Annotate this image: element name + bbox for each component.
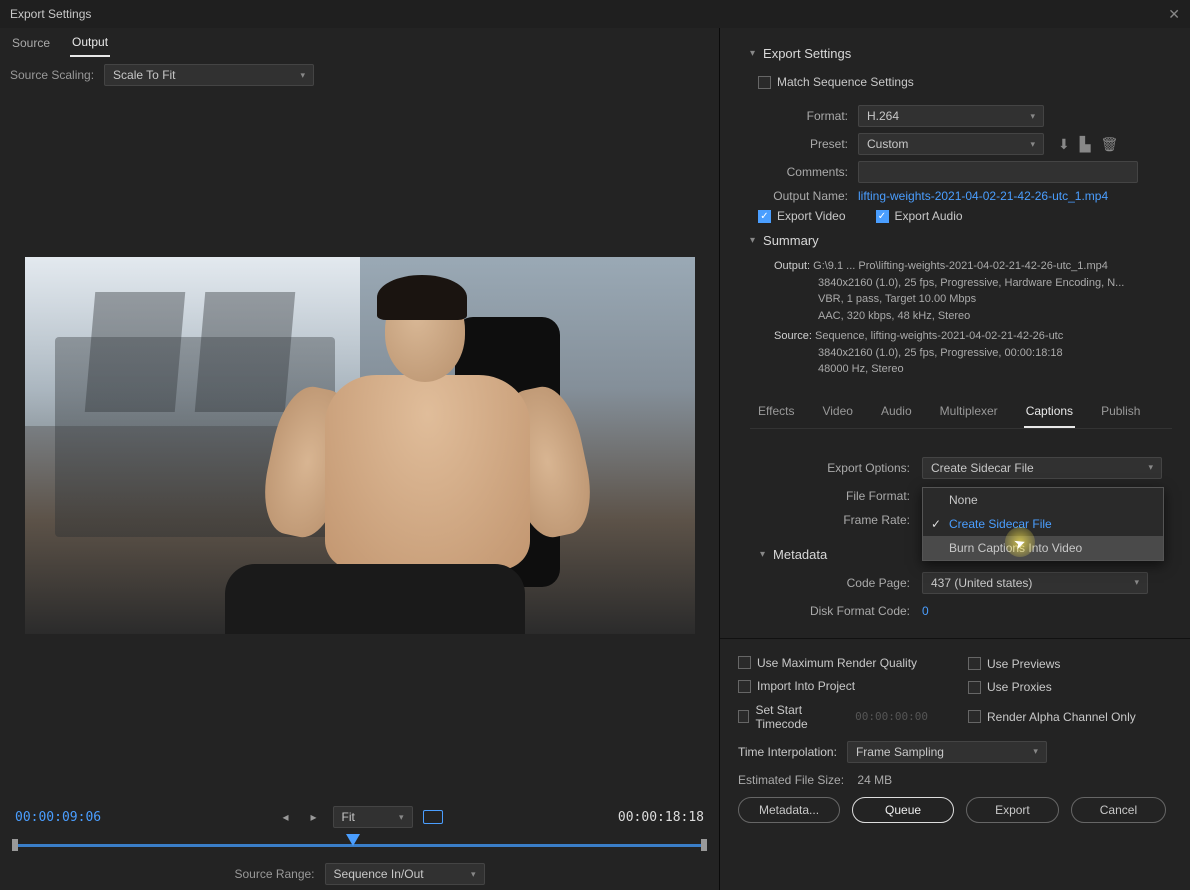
tab-publish[interactable]: Publish (1099, 396, 1142, 428)
comments-input[interactable] (858, 161, 1138, 183)
export-video-checkbox[interactable]: ✓ Export Video (758, 209, 846, 223)
use-proxies-checkbox[interactable]: Use Proxies (968, 680, 1052, 694)
preset-dropdown[interactable]: Custom ▾ (858, 133, 1044, 155)
menu-item-sidecar[interactable]: ✓ Create Sidecar File (923, 512, 1163, 536)
tab-audio[interactable]: Audio (879, 396, 914, 428)
timeline: 00:00:09:06 ◂ ▸ Fit ▾ 00:00:18:18 (0, 798, 719, 858)
start-timecode-value: 00:00:00:00 (855, 710, 928, 723)
chevron-down-icon: ▾ (399, 812, 404, 823)
summary-header[interactable]: ▾ Summary (750, 233, 1172, 248)
settings-tabstrip: Effects Video Audio Multiplexer Captions… (750, 396, 1172, 429)
tab-output[interactable]: Output (70, 29, 110, 57)
chevron-down-icon: ▾ (301, 70, 306, 81)
export-settings-header[interactable]: ▾ Export Settings (750, 46, 1172, 61)
frame-rate-label: Frame Rate: (760, 513, 910, 527)
format-label: Format: (758, 109, 848, 123)
playhead[interactable] (346, 834, 360, 846)
chevron-down-icon: ▾ (1033, 746, 1038, 757)
check-icon: ✓ (931, 517, 941, 531)
close-icon[interactable]: ✕ (1168, 6, 1180, 23)
use-previews-checkbox[interactable]: Use Previews (968, 657, 1060, 671)
metadata-button[interactable]: Metadata... (738, 797, 840, 823)
preview-area (0, 92, 719, 798)
tab-captions[interactable]: Captions (1024, 396, 1075, 428)
set-start-timecode-checkbox[interactable]: Set Start Timecode 00:00:00:00 (738, 703, 928, 731)
timeline-slider[interactable] (15, 836, 704, 860)
import-preset-icon[interactable]: ▙ (1080, 136, 1091, 153)
source-range-row: Source Range: Sequence In/Out ▾ (0, 858, 719, 890)
chevron-down-icon: ▾ (471, 869, 476, 880)
max-render-quality-checkbox[interactable]: Use Maximum Render Quality (738, 656, 917, 670)
render-alpha-checkbox[interactable]: Render Alpha Channel Only (968, 710, 1136, 724)
zoom-fit-dropdown[interactable]: Fit ▾ (333, 806, 413, 828)
source-scaling-label: Source Scaling: (10, 68, 94, 82)
titlebar: Export Settings ✕ (0, 0, 1190, 28)
export-options-menu: None ✓ Create Sidecar File Burn Captions… (922, 487, 1164, 561)
chevron-down-icon: ▾ (1030, 111, 1035, 122)
tab-source[interactable]: Source (10, 30, 52, 56)
tab-video[interactable]: Video (820, 396, 854, 428)
source-scaling-dropdown[interactable]: Scale To Fit ▾ (104, 64, 314, 86)
disk-format-label: Disk Format Code: (760, 604, 910, 618)
chevron-down-icon: ▾ (750, 48, 755, 59)
video-preview (25, 257, 695, 634)
mark-out-icon[interactable]: ▸ (305, 809, 323, 825)
tab-multiplexer[interactable]: Multiplexer (938, 396, 1000, 428)
captions-panel: Export Options: Create Sidecar File ▾ No… (750, 429, 1172, 638)
chevron-down-icon: ▾ (1148, 462, 1153, 473)
code-page-dropdown[interactable]: 437 (United states) ▾ (922, 572, 1148, 594)
right-panel: ▾ Export Settings Match Sequence Setting… (720, 28, 1190, 890)
filesize-value: 24 MB (857, 773, 892, 787)
import-into-project-checkbox[interactable]: Import Into Project (738, 679, 855, 693)
file-format-label: File Format: (760, 489, 910, 503)
aspect-ratio-icon[interactable] (423, 810, 443, 824)
source-range-dropdown[interactable]: Sequence In/Out ▾ (325, 863, 485, 885)
menu-item-burn[interactable]: Burn Captions Into Video (923, 536, 1163, 560)
queue-button[interactable]: Queue (852, 797, 954, 823)
duration-timecode: 00:00:18:18 (618, 810, 704, 825)
mark-in-icon[interactable]: ◂ (277, 809, 295, 825)
time-interpolation-dropdown[interactable]: Frame Sampling ▾ (847, 741, 1047, 763)
delete-preset-icon[interactable]: 🗑 (1101, 136, 1119, 153)
export-audio-checkbox[interactable]: ✓ Export Audio (876, 209, 963, 223)
chevron-down-icon: ▾ (1134, 577, 1139, 588)
current-timecode[interactable]: 00:00:09:06 (15, 810, 101, 825)
scaling-row: Source Scaling: Scale To Fit ▾ (0, 58, 719, 92)
tab-effects[interactable]: Effects (756, 396, 796, 428)
comments-label: Comments: (758, 165, 848, 179)
time-interpolation-label: Time Interpolation: (738, 745, 837, 759)
window-title: Export Settings (10, 7, 91, 21)
chevron-down-icon: ▾ (760, 549, 765, 560)
preset-label: Preset: (758, 137, 848, 151)
match-sequence-checkbox[interactable]: Match Sequence Settings (758, 75, 914, 89)
export-options-dropdown[interactable]: Create Sidecar File ▾ (922, 457, 1162, 479)
chevron-down-icon: ▾ (1030, 139, 1035, 150)
bottom-options: Use Maximum Render Quality Use Previews … (720, 638, 1190, 833)
cancel-button[interactable]: Cancel (1071, 797, 1166, 823)
left-panel: Source Output Source Scaling: Scale To F… (0, 28, 720, 890)
menu-item-none[interactable]: None (923, 488, 1163, 512)
output-name-label: Output Name: (758, 189, 848, 203)
filesize-label: Estimated File Size: (738, 773, 844, 787)
save-preset-icon[interactable]: ⬇ (1058, 136, 1070, 153)
export-options-label: Export Options: (760, 461, 910, 475)
source-range-label: Source Range: (234, 867, 314, 881)
chevron-down-icon: ▾ (750, 235, 755, 246)
code-page-label: Code Page: (760, 576, 910, 590)
format-dropdown[interactable]: H.264 ▾ (858, 105, 1044, 127)
export-button[interactable]: Export (966, 797, 1059, 823)
disk-format-value[interactable]: 0 (922, 604, 929, 618)
summary-body: Output: G:\9.1 ... Pro\lifting-weights-2… (750, 258, 1172, 378)
output-name-link[interactable]: lifting-weights-2021-04-02-21-42-26-utc_… (858, 189, 1108, 203)
preview-tabs: Source Output (0, 28, 719, 58)
